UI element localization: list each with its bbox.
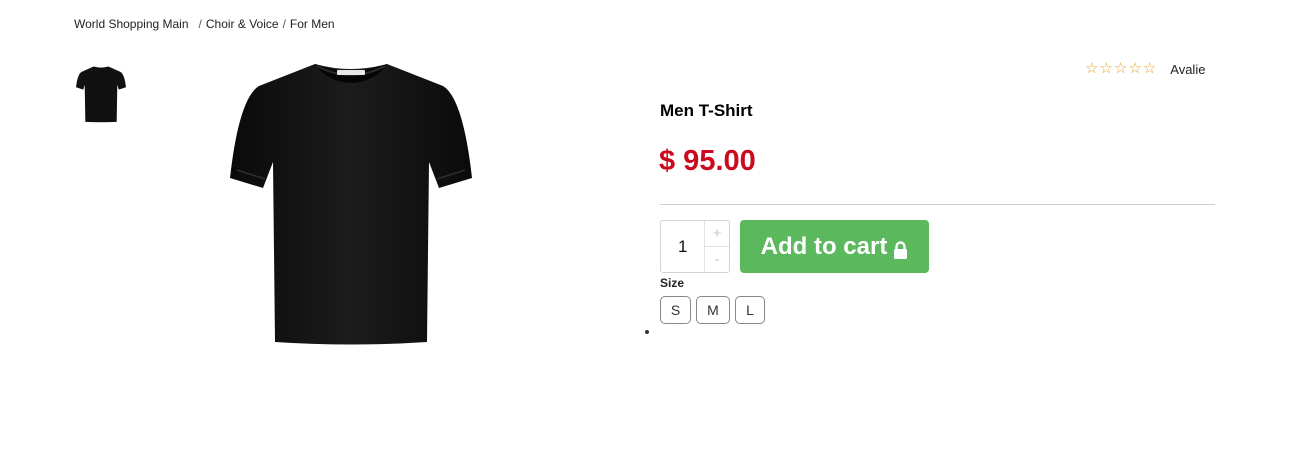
breadcrumb-home-link[interactable]: World Shopping Main — [74, 17, 189, 31]
breadcrumb: World Shopping Main / Choir & Voice / Fo… — [74, 17, 335, 31]
rating-stars[interactable]: ☆ ☆ ☆ ☆ ☆ — [1085, 61, 1156, 77]
tshirt-image-icon — [230, 64, 472, 345]
breadcrumb-category-link[interactable]: Choir & Voice — [206, 17, 279, 31]
quantity-stepper: 1 + - — [660, 220, 730, 273]
list-bullet-dot — [645, 330, 649, 334]
star-outline-icon: ☆ — [1113, 60, 1128, 77]
quantity-input[interactable]: 1 — [661, 221, 704, 272]
size-option-s[interactable]: S — [660, 296, 691, 324]
size-options: S M L — [660, 296, 765, 324]
quantity-increment-button[interactable]: + — [705, 221, 729, 246]
breadcrumb-separator: / — [282, 17, 286, 31]
star-outline-icon: ☆ — [1128, 60, 1142, 77]
size-option-m[interactable]: M — [696, 296, 730, 324]
add-to-cart-label: Add to cart — [760, 232, 888, 260]
star-outline-icon: ☆ — [1085, 60, 1099, 77]
breadcrumb-current[interactable]: For Men — [290, 17, 335, 31]
product-price: $ 95.00 — [659, 145, 756, 177]
size-option-l[interactable]: L — [735, 296, 765, 324]
divider — [660, 204, 1215, 205]
review-link[interactable]: Avalie — [1170, 62, 1205, 77]
quantity-buttons: + - — [704, 221, 729, 272]
star-outline-icon: ☆ — [1099, 60, 1113, 77]
quantity-decrement-button[interactable]: - — [705, 246, 729, 272]
product-rating: ☆ ☆ ☆ ☆ ☆ Avalie — [1085, 61, 1205, 77]
lock-icon — [893, 238, 908, 259]
add-to-cart-button[interactable]: Add to cart — [740, 220, 929, 273]
breadcrumb-separator: / — [198, 17, 202, 31]
size-label: Size — [660, 276, 685, 290]
star-outline-icon: ☆ — [1142, 60, 1157, 77]
product-main-image — [225, 58, 477, 348]
tshirt-thumbnail-icon — [76, 66, 126, 123]
product-thumbnail[interactable] — [75, 63, 127, 125]
product-title: Men T-Shirt — [660, 101, 753, 120]
